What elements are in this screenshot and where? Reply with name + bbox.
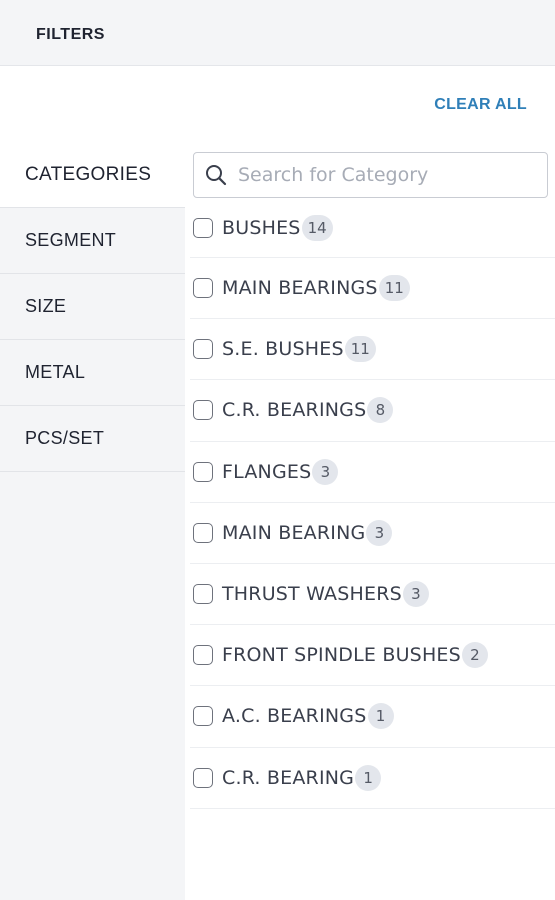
filters-header: FILTERS	[0, 0, 555, 66]
sidebar-item-pcs-set[interactable]: PCS/SET	[0, 406, 185, 472]
category-label: THRUST WASHERS	[222, 583, 402, 606]
list-item[interactable]: BUSHES 14	[190, 198, 555, 258]
checkbox[interactable]	[193, 278, 213, 299]
sidebar-item-label: SIZE	[25, 296, 67, 316]
category-label: BUSHES	[222, 216, 301, 239]
checkbox[interactable]	[193, 767, 213, 788]
count-badge: 1	[367, 703, 394, 730]
count-badge: 2	[461, 642, 488, 669]
category-search-box	[193, 152, 548, 198]
list-item[interactable]: C.R. BEARINGS 8	[190, 380, 555, 442]
list-item[interactable]: FLANGES 3	[190, 442, 555, 503]
count-badge: 1	[355, 764, 382, 791]
sidebar-item-segment[interactable]: SEGMENT	[0, 208, 185, 274]
category-label: FRONT SPINDLE BUSHES	[222, 644, 461, 667]
list-item[interactable]: S.E. BUSHES 11	[190, 319, 555, 381]
list-item[interactable]: MAIN BEARINGS 11	[190, 258, 555, 320]
sidebar-item-label: CATEGORIES	[25, 163, 152, 185]
category-label: C.R. BEARINGS	[222, 399, 367, 422]
count-badge: 3	[402, 581, 429, 608]
count-badge: 11	[378, 275, 410, 302]
checkbox[interactable]	[193, 522, 213, 543]
checkbox[interactable]	[193, 584, 213, 605]
list-item[interactable]: THRUST WASHERS 3	[190, 564, 555, 626]
checkbox[interactable]	[193, 339, 213, 360]
search-icon	[204, 163, 228, 187]
page-title: FILTERS	[36, 26, 105, 43]
count-badge: 14	[301, 214, 333, 241]
checkbox[interactable]	[193, 400, 213, 421]
checkbox[interactable]	[193, 217, 213, 238]
category-label: S.E. BUSHES	[222, 338, 344, 361]
list-item[interactable]: FRONT SPINDLE BUSHES 2	[190, 625, 555, 687]
sidebar-item-label: PCS/SET	[25, 428, 105, 448]
category-label: FLANGES	[222, 460, 312, 483]
sidebar-item-label: SEGMENT	[25, 230, 117, 250]
list-item[interactable]: C.R. BEARING 1	[190, 748, 555, 809]
list-item[interactable]: A.C. BEARINGS 1	[190, 686, 555, 748]
category-label: MAIN BEARING	[222, 521, 366, 544]
count-badge: 11	[344, 336, 376, 363]
count-badge: 3	[366, 519, 393, 546]
count-badge: 3	[312, 458, 339, 485]
category-label: C.R. BEARING	[222, 766, 355, 789]
category-label: A.C. BEARINGS	[222, 705, 367, 728]
count-badge: 8	[367, 397, 394, 424]
sidebar-item-metal[interactable]: METAL	[0, 340, 185, 406]
search-input[interactable]	[236, 163, 540, 187]
sidebar-item-categories[interactable]: CATEGORIES	[0, 142, 185, 208]
category-label: MAIN BEARINGS	[222, 277, 378, 300]
list-item[interactable]: MAIN BEARING 3	[190, 503, 555, 564]
checkbox[interactable]	[193, 461, 213, 482]
sidebar-item-label: METAL	[25, 362, 86, 382]
checkbox[interactable]	[193, 645, 213, 666]
filter-sidebar: CATEGORIES SEGMENT SIZE METAL PCS/SET	[0, 142, 185, 900]
category-list: BUSHES 14 MAIN BEARINGS 11 S.E. BUSHES 1…	[190, 198, 555, 809]
clear-all-button[interactable]: CLEAR ALL	[434, 96, 527, 114]
checkbox[interactable]	[193, 706, 213, 727]
sidebar-item-size[interactable]: SIZE	[0, 274, 185, 340]
